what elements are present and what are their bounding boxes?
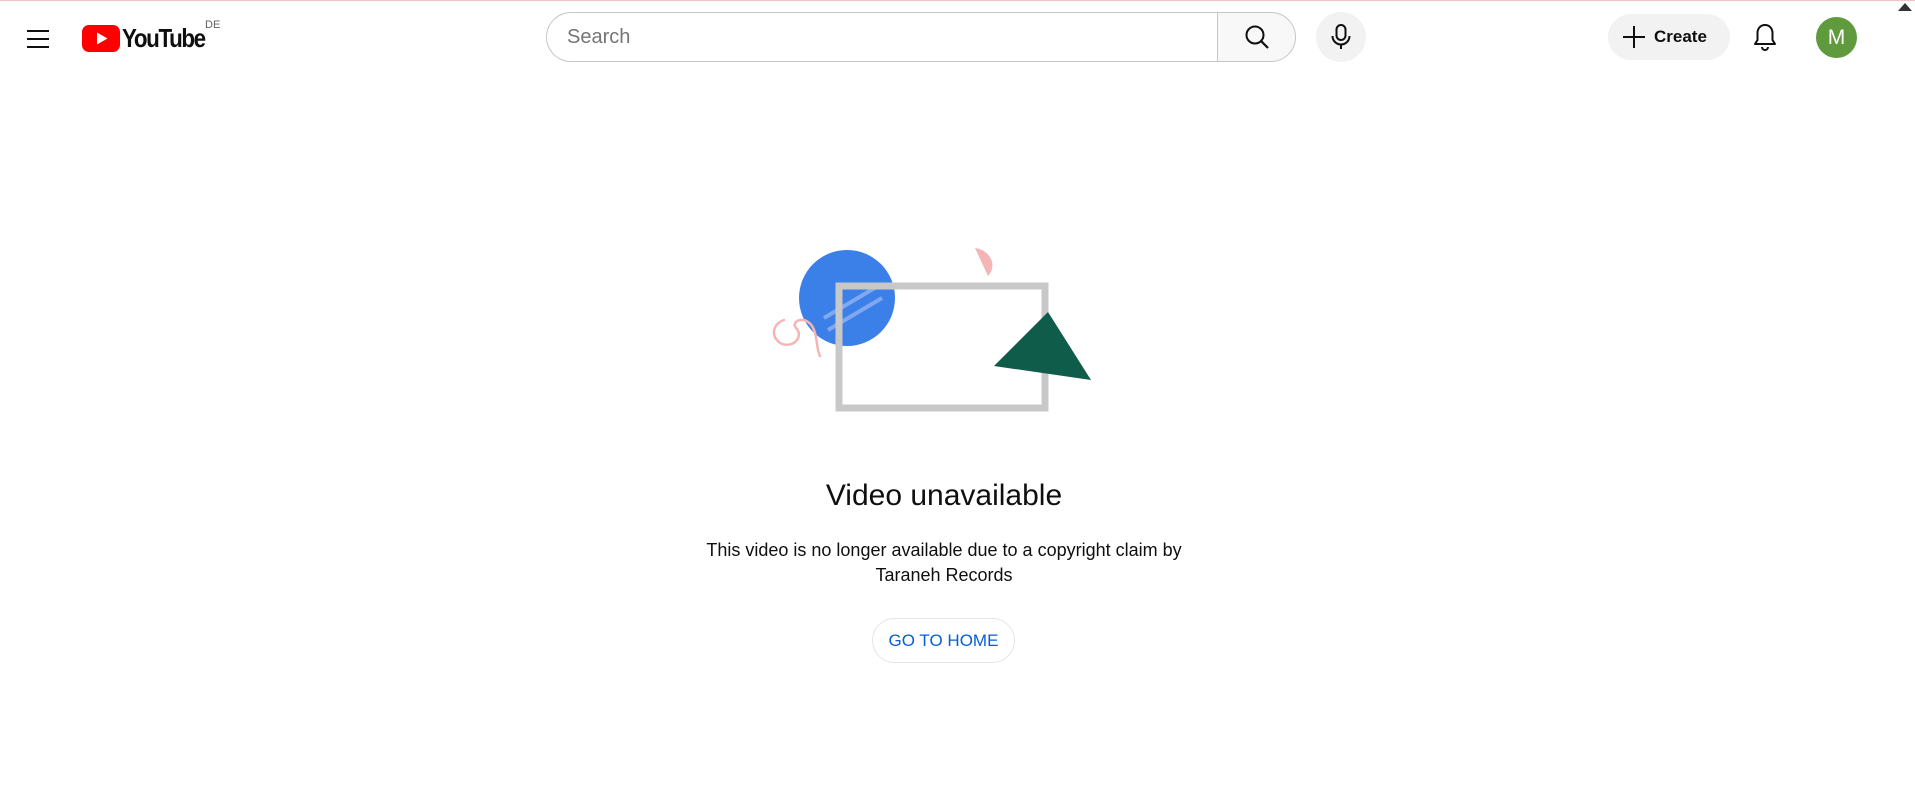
search-button[interactable]	[1217, 12, 1296, 62]
youtube-play-icon	[82, 24, 120, 52]
country-code: DE	[205, 19, 221, 31]
youtube-logo[interactable]: YouTube	[82, 22, 218, 54]
green-triangle-shape	[994, 312, 1091, 380]
search-box[interactable]	[546, 12, 1217, 62]
search-input[interactable]	[567, 25, 1217, 49]
error-title: Video unavailable	[825, 479, 1063, 512]
search-icon	[1245, 25, 1269, 49]
plus-icon	[1623, 26, 1645, 48]
guide-menu-button[interactable]	[16, 17, 60, 61]
youtube-logo-text: YouTube	[122, 22, 206, 53]
bell-icon	[1754, 24, 1776, 51]
masthead: YouTube DE Create M	[0, 0, 1915, 74]
create-label: Create	[1654, 27, 1707, 46]
go-to-home-button[interactable]: GO TO HOME	[872, 618, 1015, 663]
error-message: This video is no longer available due to…	[706, 540, 1182, 585]
avatar[interactable]: M	[1816, 17, 1857, 58]
pink-semicircle-shape	[975, 248, 993, 276]
video-unavailable-illustration	[772, 248, 1091, 412]
create-button[interactable]: Create	[1608, 14, 1730, 60]
microphone-icon	[1331, 24, 1351, 49]
hamburger-menu-icon	[27, 30, 49, 48]
voice-search-button[interactable]	[1316, 12, 1366, 62]
search-form	[546, 12, 1296, 62]
notifications-button[interactable]	[1741, 13, 1789, 61]
